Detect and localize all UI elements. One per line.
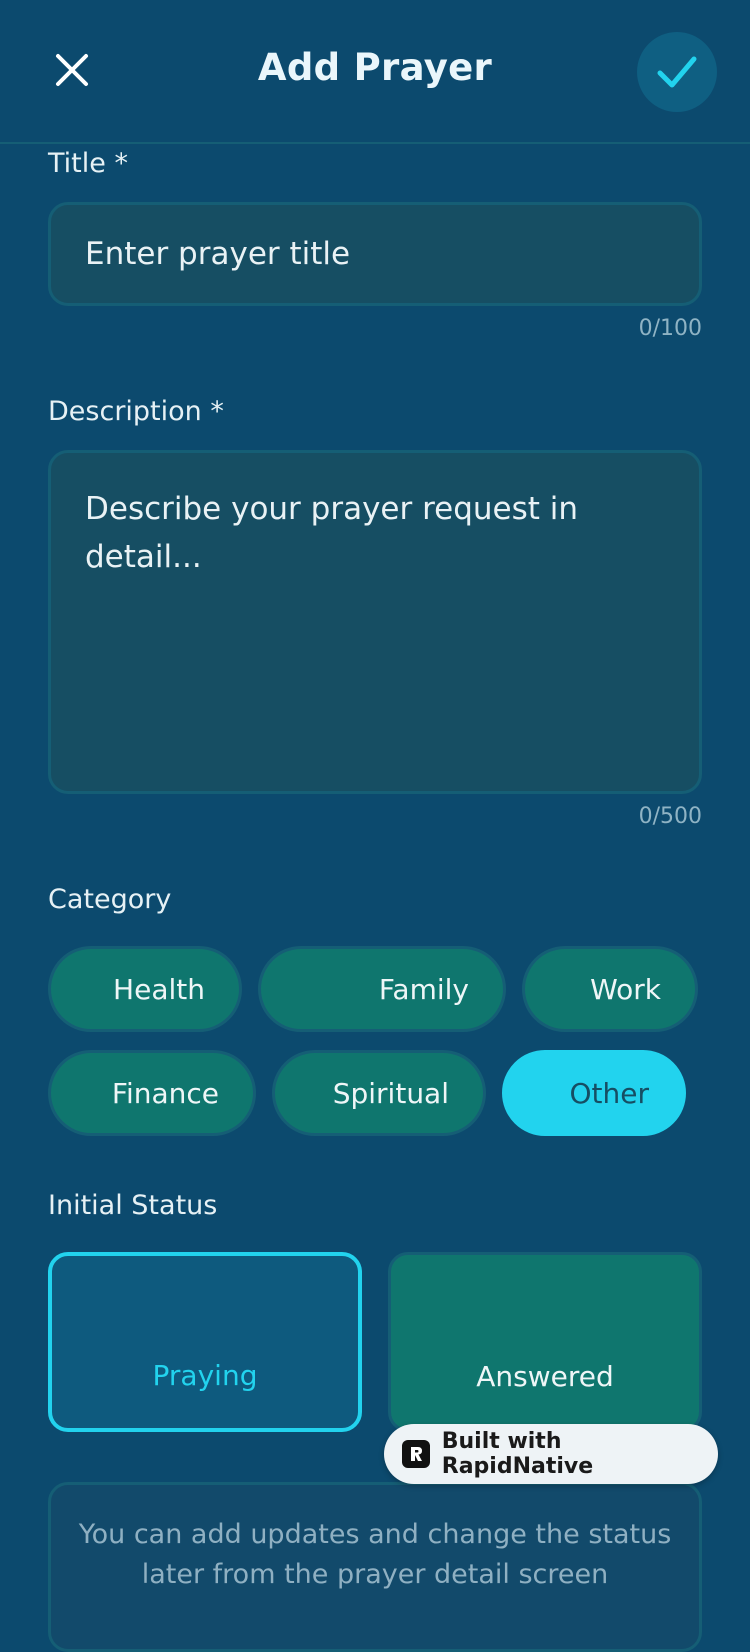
category-chip-spiritual[interactable]: Spiritual [272, 1050, 486, 1136]
title-counter: 0/100 [638, 316, 702, 341]
status-label-answered: Answered [476, 1360, 614, 1393]
description-input[interactable]: Describe your prayer request in detail..… [48, 450, 702, 794]
status-label: Initial Status [48, 1190, 218, 1221]
category-label: Category [48, 884, 172, 915]
chip-label: Finance [111, 1076, 219, 1110]
status-label-praying: Praying [152, 1359, 258, 1392]
confirm-button[interactable] [637, 32, 717, 112]
category-chip-finance[interactable]: Finance [48, 1050, 256, 1136]
category-chip-health[interactable]: Health [48, 946, 242, 1032]
title-label: Title * [48, 148, 128, 179]
status-card-answered[interactable]: Answered [388, 1252, 702, 1432]
category-chip-other[interactable]: Other [502, 1050, 686, 1136]
status-card-praying[interactable]: Praying [48, 1252, 362, 1432]
chip-label: Health [113, 972, 205, 1006]
rapidnative-logo-icon [402, 1440, 430, 1468]
chip-label: Work [590, 972, 661, 1006]
built-with-badge[interactable]: Built with RapidNative [384, 1424, 718, 1484]
chip-label: Other [569, 1076, 649, 1110]
chip-label: Spiritual [332, 1076, 449, 1110]
info-note: You can add updates and change the statu… [48, 1482, 702, 1652]
category-chip-work[interactable]: Work [522, 946, 698, 1032]
chip-label: Family [378, 972, 469, 1006]
description-counter: 0/500 [638, 804, 702, 829]
badge-text: Built with RapidNative [441, 1429, 594, 1479]
category-chip-family[interactable]: Family [258, 946, 506, 1032]
title-input[interactable]: Enter prayer title [48, 202, 702, 306]
check-icon [657, 56, 697, 88]
description-label: Description * [48, 396, 224, 427]
header-bar: Add Prayer [0, 0, 750, 144]
